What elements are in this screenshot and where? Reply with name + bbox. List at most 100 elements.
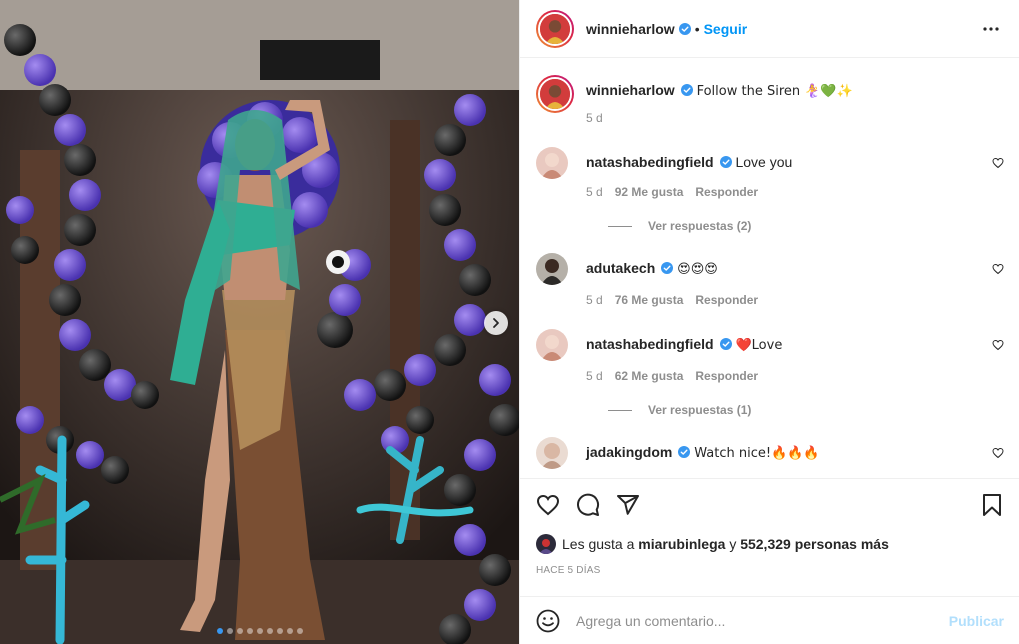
comment-item: natashabedingfield ❤️Love 5 d 62 Me gust… (536, 329, 1004, 383)
comment-body: adutakech 😍😍😍 5 d 76 Me gusta Responder (586, 253, 1004, 307)
view-replies-button[interactable]: Ver respuestas (1) (590, 403, 1004, 417)
post-header: winnieharlow • Seguir (520, 0, 1019, 58)
caption-avatar-ring[interactable] (536, 75, 574, 113)
post-actions-area: Les gusta a miarubinlega y 552,329 perso… (520, 478, 1019, 576)
carousel-dot (246, 628, 253, 634)
next-image-button[interactable] (484, 311, 508, 335)
comment-likes[interactable]: 92 Me gusta (615, 185, 684, 199)
comment-text-line: jadakingdom Watch nice!🔥🔥🔥 (586, 437, 1004, 463)
carousel-dot (216, 628, 223, 634)
share-icon[interactable] (616, 493, 640, 517)
publish-button[interactable]: Publicar (949, 613, 1004, 629)
comment-likes[interactable]: 76 Me gusta (615, 293, 684, 307)
carousel-dot (236, 628, 243, 634)
comment-username[interactable]: natashabedingfield (586, 154, 714, 170)
comment-text: ❤️Love (735, 338, 783, 353)
carousel-dot (296, 628, 303, 634)
header-separator: • (694, 20, 700, 37)
verified-icon (719, 338, 732, 350)
comment-text: 😍😍😍 (677, 262, 718, 277)
comment-text: Love you (735, 154, 793, 170)
follow-button[interactable]: Seguir (704, 21, 748, 37)
caption-username[interactable]: winnieharlow (586, 82, 675, 98)
caption-age: 5 d (586, 111, 603, 125)
heart-icon[interactable] (992, 263, 1004, 275)
carousel-indicator (0, 628, 519, 634)
heart-icon[interactable] (536, 493, 560, 517)
comment-age: 5 d (586, 185, 603, 199)
author-avatar-ring[interactable] (536, 9, 574, 48)
likes-conjunction: y (729, 536, 737, 552)
comment-item: natashabedingfield Love you 5 d 92 Me gu… (536, 147, 1004, 199)
comment-text: Watch nice!🔥🔥🔥 (694, 446, 820, 461)
carousel-dot (276, 628, 283, 634)
verified-icon (661, 262, 674, 274)
comment-input[interactable] (576, 612, 949, 629)
verified-icon (678, 22, 691, 35)
likes-prefix: Les gusta a (562, 536, 635, 552)
comment-meta: 5 d 62 Me gusta Responder (586, 369, 1004, 383)
verified-icon (719, 156, 732, 168)
caption-meta: 5 d (586, 111, 1004, 125)
post-time-ago[interactable]: HACE 5 DÍAS (520, 557, 1019, 576)
comment-body: jadakingdom Watch nice!🔥🔥🔥 (586, 437, 1004, 469)
verified-icon (680, 84, 693, 96)
carousel-dot (286, 628, 293, 634)
heart-icon[interactable] (992, 157, 1004, 169)
comment-item: adutakech 😍😍😍 5 d 76 Me gusta Responder (536, 253, 1004, 307)
comment-body: natashabedingfield Love you 5 d 92 Me gu… (586, 147, 1004, 199)
action-bar (520, 479, 1019, 531)
comment-username[interactable]: jadakingdom (586, 444, 672, 460)
comment-meta: 5 d 92 Me gusta Responder (586, 185, 1004, 199)
caption-text: Follow the Siren 🧜‍♀️💚✨ (696, 84, 853, 99)
commenter-avatar[interactable] (536, 253, 568, 285)
comment-text-line: adutakech 😍😍😍 (586, 253, 1004, 279)
comment-age: 5 d (586, 369, 603, 383)
comments-list[interactable]: winnieharlow Follow the Siren 🧜‍♀️💚✨ 5 d (520, 59, 1019, 477)
commenter-avatar[interactable] (536, 437, 568, 469)
comment-text-line: natashabedingfield Love you (586, 147, 1004, 171)
heart-icon[interactable] (992, 339, 1004, 351)
chevron-right-icon (493, 318, 499, 328)
caption-body: winnieharlow Follow the Siren 🧜‍♀️💚✨ 5 d (586, 75, 1004, 125)
carousel-dot (256, 628, 263, 634)
comment-item: jadakingdom Watch nice!🔥🔥🔥 (536, 437, 1004, 469)
carousel-dot (266, 628, 273, 634)
commenter-avatar[interactable] (536, 147, 568, 179)
carousel-dot (226, 628, 233, 634)
save-icon[interactable] (980, 493, 1004, 517)
likes-count[interactable]: 552,329 personas más (740, 536, 889, 552)
post-photo (0, 0, 519, 644)
caption: winnieharlow Follow the Siren 🧜‍♀️💚✨ 5 d (536, 75, 1004, 125)
view-replies-label: Ver respuestas (1) (648, 403, 752, 417)
replies-line (608, 409, 632, 411)
more-options-icon (983, 26, 999, 31)
reply-button[interactable]: Responder (695, 369, 758, 383)
post-modal: winnieharlow • Seguir winnieharlow Follo… (0, 0, 1019, 644)
reply-button[interactable]: Responder (695, 293, 758, 307)
commenter-avatar[interactable] (536, 329, 568, 361)
comment-likes[interactable]: 62 Me gusta (615, 369, 684, 383)
add-comment-bar: Publicar (520, 596, 1019, 644)
likes-summary: Les gusta a miarubinlega y 552,329 perso… (520, 531, 1019, 557)
comment-username[interactable]: adutakech (586, 260, 655, 276)
view-replies-button[interactable]: Ver respuestas (2) (590, 219, 1004, 233)
comment-icon[interactable] (576, 493, 600, 517)
more-options-button[interactable] (979, 17, 1003, 41)
comment-username[interactable]: natashabedingfield (586, 336, 714, 352)
author-username[interactable]: winnieharlow (586, 21, 675, 37)
comment-age: 5 d (586, 293, 603, 307)
comment-body: natashabedingfield ❤️Love 5 d 62 Me gust… (586, 329, 1004, 383)
emoji-icon[interactable] (536, 609, 560, 633)
view-replies-label: Ver respuestas (2) (648, 219, 752, 233)
post-media[interactable] (0, 0, 519, 644)
comment-meta: 5 d 76 Me gusta Responder (586, 293, 1004, 307)
comment-text-line: natashabedingfield ❤️Love (586, 329, 1004, 355)
caption-text-line: winnieharlow Follow the Siren 🧜‍♀️💚✨ (586, 75, 1004, 101)
author-avatar (538, 11, 572, 46)
reply-button[interactable]: Responder (695, 185, 758, 199)
liker-username[interactable]: miarubinlega (638, 536, 725, 552)
verified-icon (678, 446, 691, 458)
heart-icon[interactable] (992, 447, 1004, 459)
liker-avatar[interactable] (536, 534, 556, 554)
